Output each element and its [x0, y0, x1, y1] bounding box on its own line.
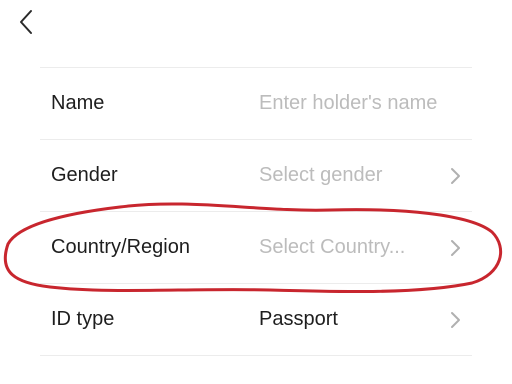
name-row[interactable]: Name Enter holder's name	[40, 68, 472, 140]
chevron-right-icon	[451, 168, 460, 184]
id-type-label: ID type	[51, 308, 115, 330]
chevron-right-icon	[451, 312, 460, 328]
chevron-left-icon	[20, 10, 32, 34]
name-input[interactable]: Enter holder's name	[259, 68, 437, 139]
country-select[interactable]: Select Country...	[259, 212, 405, 283]
country-region-row[interactable]: Country/Region Select Country...	[40, 212, 472, 284]
name-label: Name	[51, 92, 105, 114]
back-button[interactable]	[10, 4, 42, 40]
chevron-right-icon	[451, 240, 460, 256]
gender-row[interactable]: Gender Select gender	[40, 140, 472, 212]
id-type-row[interactable]: ID type Passport	[40, 284, 472, 356]
gender-select[interactable]: Select gender	[259, 140, 382, 211]
id-type-select[interactable]: Passport	[259, 284, 338, 355]
gender-label: Gender	[51, 164, 118, 186]
holder-form: Name Enter holder's name Gender Select g…	[40, 67, 472, 356]
country-region-label: Country/Region	[51, 236, 190, 258]
